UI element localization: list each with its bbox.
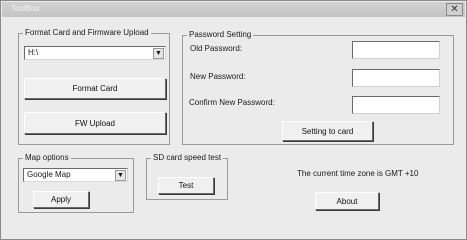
- apply-button[interactable]: Apply: [33, 191, 89, 208]
- chevron-down-icon[interactable]: ▼: [153, 48, 164, 59]
- drive-select[interactable]: H:\ ▼: [24, 46, 166, 60]
- card-group: Format Card and Firmware Upload H:\ ▼ Fo…: [18, 28, 170, 145]
- speed-test-legend: SD card speed test: [151, 153, 224, 163]
- timezone-text: The current time zone is GMT +10: [297, 169, 419, 178]
- window-title: ToolBox: [11, 4, 40, 13]
- fw-upload-button[interactable]: FW Upload: [24, 112, 166, 134]
- test-button[interactable]: Test: [158, 177, 214, 194]
- drive-select-value: H:\: [28, 48, 39, 57]
- title-bar: ToolBox ✕: [2, 2, 465, 17]
- about-button[interactable]: About: [315, 192, 379, 210]
- format-card-button[interactable]: Format Card: [24, 78, 166, 99]
- map-group-legend: Map options: [23, 153, 71, 163]
- map-group: Map options Google Map ▼ Apply: [18, 153, 134, 213]
- old-password-field[interactable]: [352, 41, 440, 59]
- map-select[interactable]: Google Map ▼: [23, 168, 128, 182]
- close-button[interactable]: ✕: [446, 3, 463, 16]
- password-group: Password Setting Old Password: New Passw…: [182, 30, 454, 145]
- map-select-value: Google Map: [27, 170, 71, 179]
- toolbox-window: ToolBox ✕ Format Card and Firmware Uploa…: [0, 0, 467, 240]
- close-icon: ✕: [450, 4, 459, 15]
- card-group-legend: Format Card and Firmware Upload: [23, 28, 151, 38]
- setting-to-card-button[interactable]: Setting to card: [282, 121, 373, 141]
- confirm-password-label: Confirm New Password:: [189, 98, 275, 107]
- password-group-legend: Password Setting: [187, 30, 254, 40]
- new-password-label: New Password:: [190, 72, 246, 81]
- chevron-down-icon[interactable]: ▼: [115, 170, 126, 181]
- old-password-label: Old Password:: [190, 44, 243, 53]
- new-password-field[interactable]: [352, 69, 440, 87]
- speed-test-group: SD card speed test Test: [146, 153, 228, 200]
- confirm-password-field[interactable]: [352, 96, 440, 114]
